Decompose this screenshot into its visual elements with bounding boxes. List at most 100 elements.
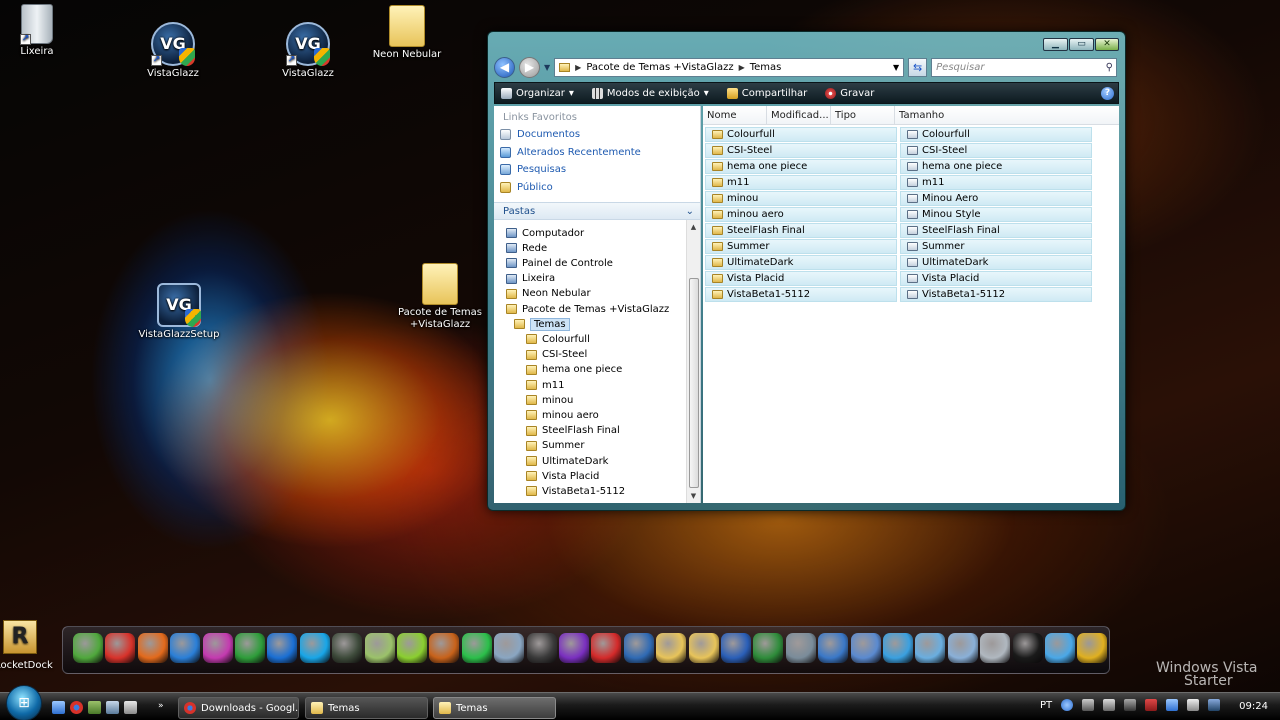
address-dropdown-icon[interactable]: ▼ [893,63,899,72]
minimize-button[interactable]: ▁ [1043,38,1068,51]
scroll-down-icon[interactable]: ▼ [687,489,700,503]
teamviewer-icon[interactable] [267,633,298,663]
tree-item[interactable]: Colourfull [526,332,590,346]
messenger-icon[interactable] [73,633,103,663]
column-header-name[interactable]: Nome [703,106,767,124]
tree-item[interactable]: VistaBeta1-5112 [526,484,625,498]
theme-file-item[interactable]: Vista Placid [900,271,1092,286]
theme-file-item[interactable]: Minou Aero [900,191,1092,206]
forward-button[interactable]: ▶ [519,56,540,78]
computer-icon[interactable] [818,633,849,663]
internet-explorer-icon[interactable] [170,633,201,663]
folder-item[interactable]: SteelFlash Final [705,223,897,238]
burn-button[interactable]: Gravar [825,87,874,99]
taskbar-button-downloads[interactable]: Downloads - Googl... [178,697,299,719]
search-icon[interactable]: ⚲ [1106,62,1113,73]
app-quicklaunch-icon[interactable] [88,701,101,714]
studio-icon[interactable] [559,633,589,663]
scroll-up-icon[interactable]: ▲ [687,220,700,234]
help-tray-icon[interactable] [1061,699,1074,711]
refresh-button[interactable]: ⇆ [908,57,928,77]
antivirus-icon[interactable] [1145,699,1158,711]
organize-button[interactable]: Organizar ▾ [501,87,574,99]
search-input[interactable]: Pesquisar ⚲ [931,57,1117,77]
tree-item[interactable]: SteelFlash Final [526,424,620,438]
picasa-icon[interactable] [202,633,233,663]
favorite-link-searches[interactable]: Pesquisas [494,161,700,179]
window-quicklaunch-icon[interactable] [124,701,137,714]
tree-item[interactable]: minou aero [526,408,599,422]
folder-item[interactable]: hema one piece [705,159,897,174]
word-icon[interactable] [721,633,751,663]
usb-icon[interactable] [332,633,363,663]
recycle-bin-icon[interactable] [980,633,1011,663]
taskbar-button-temas-active[interactable]: Temas [433,697,556,719]
quicklaunch-overflow-icon[interactable]: » [158,701,171,714]
desktop-icon-vistaglazz[interactable]: VG ↗ VistaGlazz [131,22,215,80]
column-header-type[interactable]: Tipo [831,106,895,124]
folders-section-header[interactable]: Pastas ⌄ [494,202,700,220]
folder-item[interactable]: CSI-Steel [705,143,897,158]
back-button[interactable]: ◀ [494,56,515,78]
tray-app-icon[interactable] [1208,699,1221,711]
folder-icon[interactable] [688,633,719,663]
tree-item[interactable]: Vista Placid [526,469,599,483]
sims-icon[interactable] [461,633,492,663]
network-icon[interactable] [623,633,654,663]
folder-item[interactable]: VistaBeta1-5112 [705,287,897,302]
desktop-icon-lixeira[interactable]: ↗ Lixeira [0,4,79,58]
tree-item[interactable]: Summer [526,439,584,453]
desktop-icon-neon-nebular[interactable]: Neon Nebular [365,5,449,61]
volume-icon[interactable] [1187,699,1200,711]
music-folder-icon[interactable] [947,633,978,663]
start-button[interactable]: ⊞ [6,685,42,720]
control-panel-icon[interactable] [850,633,881,663]
tree-item[interactable]: Temas [514,317,570,331]
tree-item[interactable]: CSI-Steel [526,348,587,362]
theme-file-item[interactable]: Summer [900,239,1092,254]
forward-arrows-icon[interactable] [397,633,427,663]
favorite-link-recent[interactable]: Alterados Recentemente [494,144,700,162]
theme-file-item[interactable]: CSI-Steel [900,143,1092,158]
tree-scrollbar[interactable]: ▲ ▼ [686,220,700,503]
notepad-icon[interactable] [364,633,395,663]
tools-icon[interactable] [1077,633,1108,663]
show-desktop-icon[interactable] [52,701,65,714]
tree-item[interactable]: Painel de Controle [506,256,613,270]
hp-icon[interactable] [526,633,557,663]
favorite-link-documentos[interactable]: Documentos [494,126,700,144]
share-button[interactable]: Compartilhar [726,87,807,99]
folder-item[interactable]: Vista Placid [705,271,897,286]
internet-icon[interactable] [1045,633,1075,663]
theme-file-item[interactable]: Minou Style [900,207,1092,222]
help-icon[interactable]: ? [1101,86,1114,100]
tree-item[interactable]: Pacote de Temas +VistaGlazz [506,302,669,316]
tree-item[interactable]: UltimateDark [526,454,608,468]
tree-item[interactable]: Computador [506,226,584,240]
burner-icon[interactable] [494,633,525,663]
clock[interactable]: 09:24 [1239,701,1268,712]
chrome-icon[interactable] [105,633,136,663]
network-icon[interactable] [1166,699,1179,711]
theme-file-item[interactable]: m11 [900,175,1092,190]
views-button[interactable]: Modos de exibição ▾ [591,87,709,99]
folder-item[interactable]: Colourfull [705,127,897,142]
theme-file-item[interactable]: UltimateDark [900,255,1092,270]
tree-item[interactable]: Rede [506,241,547,255]
breadcrumb-item[interactable]: Pacote de Temas +VistaGlazz [586,62,733,73]
skype-icon[interactable] [299,633,330,663]
tshirt-icon[interactable] [1012,633,1043,663]
folder-item[interactable]: minou [705,191,897,206]
column-header-modified[interactable]: Modificad... [767,106,831,124]
folder-item[interactable]: UltimateDark [705,255,897,270]
connection-icon[interactable] [1124,699,1137,711]
breadcrumb-item[interactable]: Temas [750,62,782,73]
theme-file-item[interactable]: SteelFlash Final [900,223,1092,238]
rocketdock-launcher[interactable]: R RocketDock [0,620,53,671]
maximize-button[interactable]: ▭ [1069,38,1094,51]
tree-item[interactable]: Lixeira [506,272,555,286]
breadcrumb-separator-icon[interactable]: ▶ [739,63,745,72]
scroll-thumb[interactable] [689,278,699,488]
folder-item[interactable]: Summer [705,239,897,254]
theme-file-item[interactable]: Colourfull [900,127,1092,142]
